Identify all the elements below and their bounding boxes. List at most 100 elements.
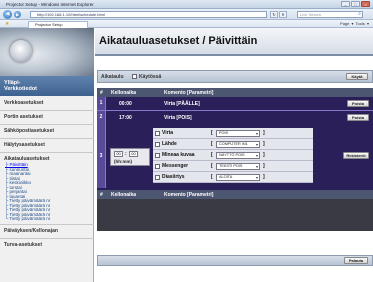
row-number: 1 bbox=[97, 97, 106, 110]
sidebar-item-network[interactable]: Verkkoasetukset bbox=[4, 100, 43, 106]
param-checkbox[interactable] bbox=[155, 175, 160, 180]
web-search-input[interactable]: Live Search ⌕ bbox=[297, 11, 363, 18]
window-title: Projector Setup - Windows Internet Explo… bbox=[6, 2, 94, 7]
col-header-num: # bbox=[100, 90, 103, 96]
page-content: Ylläpi- Verkkotiedot Verkkoasetukset Por… bbox=[0, 28, 373, 282]
new-entry-number-cell: 3 bbox=[97, 124, 106, 188]
param-checkbox[interactable] bbox=[155, 131, 160, 136]
minimize-button[interactable]: – bbox=[341, 1, 350, 7]
search-icon[interactable]: ⌕ bbox=[358, 12, 361, 17]
maximize-button[interactable]: □ bbox=[351, 1, 360, 7]
slideshow-select[interactable]: ALOITA bbox=[216, 174, 260, 181]
schedule-subtree: ├ Päivittäin ├ sunnuntai ├ maanantai ├ t… bbox=[5, 162, 50, 222]
param-name: Lähde bbox=[162, 141, 177, 147]
forward-icon[interactable]: ▶ bbox=[14, 11, 21, 18]
tab-bar: ★ Projector Setup Page ▾ Tools ▾ bbox=[0, 20, 373, 28]
window-titlebar: Projector Setup - Windows Internet Explo… bbox=[0, 0, 373, 9]
delete-button[interactable]: Poista bbox=[347, 100, 369, 107]
divider bbox=[0, 152, 94, 153]
register-button[interactable]: Rekisteröi bbox=[343, 152, 369, 159]
row-number: 3 bbox=[97, 124, 106, 188]
param-checkbox[interactable] bbox=[155, 142, 160, 147]
enabled-checkbox[interactable] bbox=[132, 74, 137, 79]
divider bbox=[0, 238, 94, 239]
bracket-close: ] bbox=[263, 130, 265, 136]
param-checkbox[interactable] bbox=[155, 153, 160, 158]
close-button[interactable]: × bbox=[361, 1, 370, 7]
sidebar-subitem[interactable]: └ Tietty päivämäärä nr bbox=[5, 216, 50, 222]
schedule-label: Aikataulu bbox=[101, 74, 124, 80]
url-field[interactable]: http://192.168.1.10/html/schedule.html bbox=[30, 11, 267, 18]
param-row-messenger: Messenger [ TEKSTI POIS ] bbox=[153, 161, 313, 172]
table-footer-header: # Kellonaika Komento [Parametri] bbox=[97, 190, 373, 199]
bracket-open: [ bbox=[211, 130, 213, 136]
param-name: Mineaa kuvaa bbox=[162, 152, 195, 158]
col-header-command: Komento [Parametri] bbox=[164, 192, 214, 198]
table-row: 1 00:00 Virta [PÄÄLLE] Poista bbox=[97, 97, 373, 110]
divider bbox=[0, 138, 94, 139]
bracket-close: ] bbox=[263, 141, 265, 147]
col-header-time: Kellonaika bbox=[111, 192, 137, 198]
schedule-table: # Kellonaika Komento [Parametri] 1 00:00… bbox=[97, 88, 373, 231]
table-row: 2 17:00 Virta [POIS] Poista bbox=[97, 111, 373, 124]
picture-select[interactable]: NÄYTTÖ POIS bbox=[216, 152, 260, 159]
minute-input[interactable]: 00 bbox=[129, 151, 138, 157]
sidebar-item-alerts[interactable]: Hälytysasetukset bbox=[4, 142, 45, 148]
messenger-select[interactable]: TEKSTI POIS bbox=[216, 163, 260, 170]
reset-button[interactable]: Palauta bbox=[344, 257, 368, 264]
table-header: # Kellonaika Komento [Parametri] bbox=[97, 88, 373, 97]
sidebar-item-port[interactable]: Portin asetukset bbox=[4, 114, 43, 120]
page-header: Aikatauluasetukset / Päivittäin bbox=[95, 28, 373, 56]
bracket-close: ] bbox=[263, 163, 265, 169]
row-time: 00:00 bbox=[119, 101, 132, 107]
bracket-close: ] bbox=[263, 152, 265, 158]
projector-lens-icon bbox=[10, 40, 32, 62]
back-icon[interactable]: ◀ bbox=[3, 10, 12, 19]
favorites-star-icon[interactable]: ★ bbox=[5, 21, 9, 27]
bracket-open: [ bbox=[211, 141, 213, 147]
col-header-time: Kellonaika bbox=[111, 90, 137, 96]
bracket-open: [ bbox=[211, 163, 213, 169]
sidebar-item-security[interactable]: Turva-asetukset bbox=[4, 242, 42, 248]
source-select[interactable]: COMPUTER IN1 bbox=[216, 141, 260, 148]
web-search-placeholder: Live Search bbox=[300, 12, 322, 17]
time-format-label: (hh:mm) bbox=[114, 159, 132, 164]
browser-tab[interactable]: Projector Setup bbox=[28, 21, 88, 28]
row-command: Virta [POIS] bbox=[164, 115, 192, 121]
sidebar-header: Ylläpi- Verkkotiedot bbox=[0, 76, 94, 96]
sidebar-item-datetime[interactable]: Päiväyksen/Kellonajan bbox=[4, 228, 58, 234]
sidebar-header-line2: Verkkotiedot bbox=[4, 86, 38, 92]
param-name: Diasiirtys bbox=[162, 174, 185, 180]
apply-button[interactable]: Käytä bbox=[346, 73, 368, 80]
row-time: 17:00 bbox=[119, 115, 132, 121]
refresh-icon[interactable]: ↻ bbox=[270, 11, 278, 18]
param-checkbox[interactable] bbox=[155, 164, 160, 169]
param-row-source: Lähde [ COMPUTER IN1 ] bbox=[153, 139, 313, 150]
page-footer-bar: Palauta bbox=[97, 255, 373, 266]
toolbar-tools[interactable]: Page ▾ Tools ▾ bbox=[340, 21, 369, 26]
address-bar: ◀ ▶ http://192.168.1.10/html/schedule.ht… bbox=[0, 9, 373, 20]
param-name: Messenger bbox=[162, 163, 189, 169]
schedule-control-bar: Aikataulu Käytössä Käytä bbox=[97, 70, 373, 83]
browser-window: Projector Setup - Windows Internet Explo… bbox=[0, 0, 373, 282]
divider bbox=[0, 110, 94, 111]
power-select[interactable]: POIS bbox=[216, 130, 260, 137]
main-panel: Aikatauluasetukset / Päivittäin Aikataul… bbox=[95, 28, 373, 282]
param-row-power: Virta [ POIS ] bbox=[153, 128, 313, 139]
new-entry-row: 3 00 : 00 (hh:mm) Virta [ POIS ] bbox=[97, 124, 373, 188]
hour-input[interactable]: 00 bbox=[114, 151, 123, 157]
divider bbox=[0, 124, 94, 125]
table-empty-area bbox=[97, 199, 373, 231]
bracket-close: ] bbox=[263, 174, 265, 180]
stop-icon[interactable]: ✕ bbox=[279, 11, 287, 18]
row-number: 2 bbox=[97, 111, 106, 124]
bracket-open: [ bbox=[211, 152, 213, 158]
time-colon: : bbox=[125, 151, 127, 157]
sidebar-item-email[interactable]: Sähköpostiasetukset bbox=[4, 128, 54, 134]
bracket-open: [ bbox=[211, 174, 213, 180]
enabled-label: Käytössä bbox=[139, 74, 162, 80]
delete-button[interactable]: Poista bbox=[347, 114, 369, 121]
param-row-picture: Mineaa kuvaa [ NÄYTTÖ POIS ] bbox=[153, 150, 313, 161]
projector-image bbox=[0, 28, 94, 76]
col-header-num: # bbox=[100, 192, 103, 198]
